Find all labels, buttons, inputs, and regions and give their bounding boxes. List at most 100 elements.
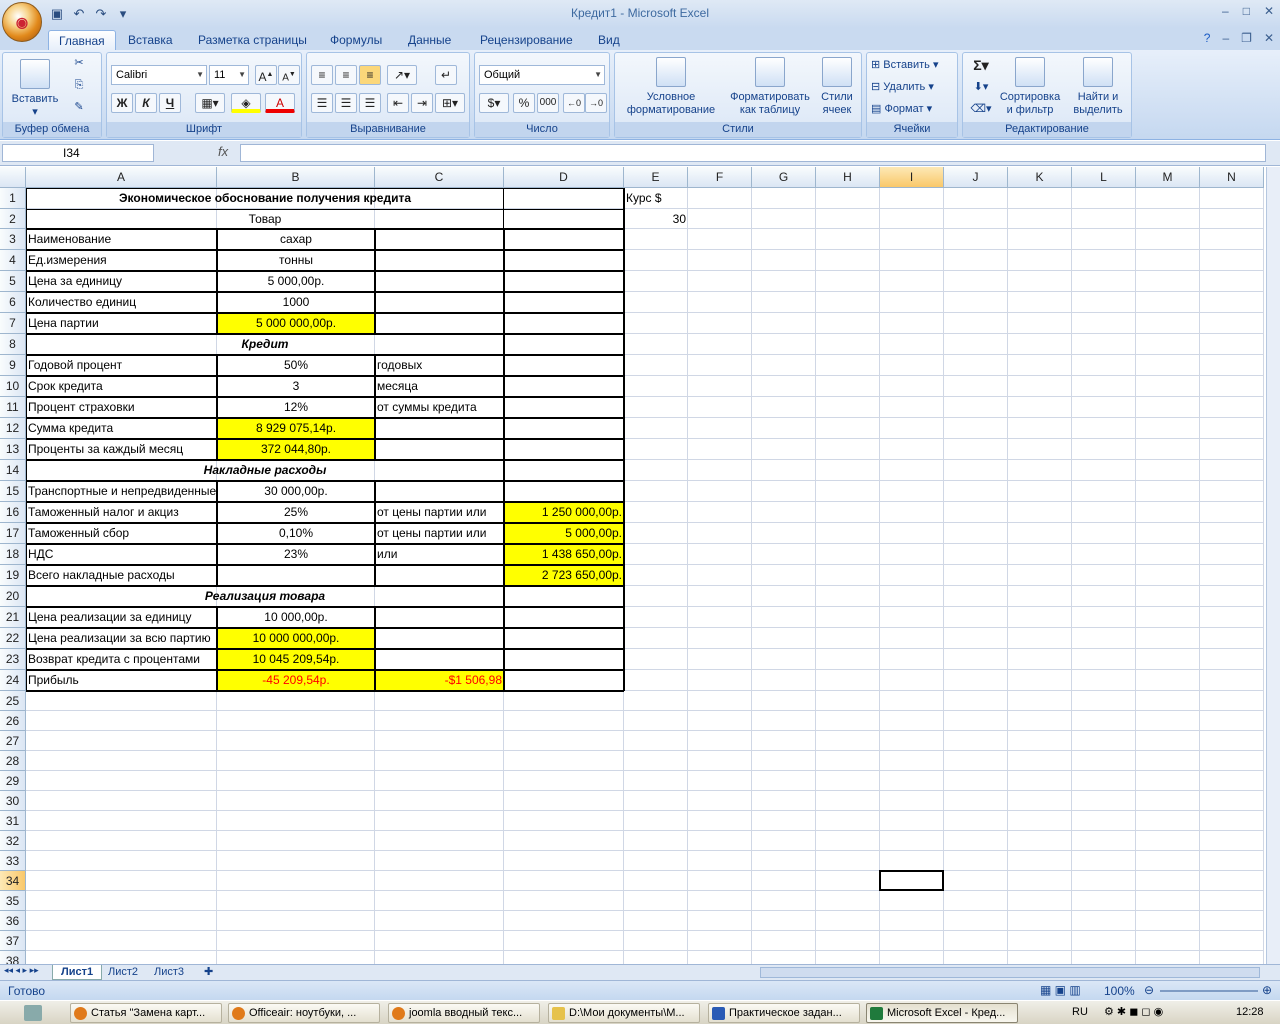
row-header-24[interactable]: 24 (0, 670, 26, 691)
column-header-j[interactable]: J (944, 167, 1008, 188)
number-format-select[interactable]: Общий ▼ (479, 65, 605, 85)
cell-d17[interactable]: 5 000,00р. (504, 523, 624, 544)
increase-indent-icon[interactable]: ⇥ (411, 93, 433, 113)
cell-c11[interactable]: от суммы кредита (375, 397, 504, 418)
row-header-7[interactable]: 7 (0, 313, 26, 334)
align-bottom-icon[interactable]: ≡ (359, 65, 381, 85)
cell-b23[interactable]: 10 045 209,54р. (217, 649, 375, 670)
taskbar-item[interactable]: Microsoft Excel - Кред... (866, 1003, 1018, 1023)
cell-a16[interactable]: Таможенный налог и акциз (26, 502, 217, 523)
cell-a22[interactable]: Цена реализации за всю партию (26, 628, 217, 649)
tab-page-layout[interactable]: Разметка страницы (188, 30, 317, 50)
cell-b10[interactable]: 3 (217, 376, 375, 397)
column-header-f[interactable]: F (688, 167, 752, 188)
tab-home[interactable]: Главная (48, 30, 116, 50)
column-header-i[interactable]: I (880, 167, 944, 188)
cell-c9[interactable]: годовых (375, 355, 504, 376)
cell-a9[interactable]: Годовой процент (26, 355, 217, 376)
row-header-35[interactable]: 35 (0, 891, 26, 911)
tab-data[interactable]: Данные (398, 30, 461, 50)
column-header-b[interactable]: B (217, 167, 375, 188)
zoom-level[interactable]: 100% (1104, 984, 1135, 998)
cell-b18[interactable]: 23% (217, 544, 375, 565)
row-header-37[interactable]: 37 (0, 931, 26, 951)
view-buttons-icon[interactable]: ▦ ▣ ▥ (1040, 983, 1081, 997)
font-name-select[interactable]: Calibri ▼ (111, 65, 207, 85)
cell-b4[interactable]: тонны (217, 250, 375, 271)
cell-b12[interactable]: 8 929 075,14р. (217, 418, 375, 439)
workbook-minimize-icon[interactable]: – (1222, 31, 1229, 45)
row-header-36[interactable]: 36 (0, 911, 26, 931)
row-header-34[interactable]: 34 (0, 871, 26, 891)
taskbar-item[interactable]: D:\Мои документы\М... (548, 1003, 700, 1023)
format-cells-button[interactable]: ▤ Формат ▾ (871, 103, 955, 116)
cell-a17[interactable]: Таможенный сбор (26, 523, 217, 544)
column-header-a[interactable]: A (26, 167, 217, 188)
format-as-table-button[interactable]: Форматировать как таблицу (725, 57, 815, 117)
sheet-tab-2[interactable]: Лист2 (100, 965, 146, 980)
cell-e2[interactable]: 30 (624, 209, 688, 229)
vertical-scrollbar[interactable] (1266, 167, 1280, 964)
tab-formulas[interactable]: Формулы (320, 30, 392, 50)
sort-filter-button[interactable]: Сортировка и фильтр (997, 57, 1063, 117)
cell-b11[interactable]: 12% (217, 397, 375, 418)
underline-button[interactable]: Ч (159, 93, 181, 113)
column-header-d[interactable]: D (504, 167, 624, 188)
row-header-30[interactable]: 30 (0, 791, 26, 811)
row-header-11[interactable]: 11 (0, 397, 26, 418)
row-header-17[interactable]: 17 (0, 523, 26, 544)
cell-a6[interactable]: Количество единиц (26, 292, 217, 313)
fill-icon[interactable]: ⬇▾ (967, 81, 995, 94)
font-color-button[interactable]: A (265, 93, 295, 113)
cell-b14[interactable]: Накладные расходы (26, 460, 504, 481)
redo-icon[interactable]: ↷ (92, 6, 110, 22)
row-header-18[interactable]: 18 (0, 544, 26, 565)
thousands-button[interactable]: 000 (537, 93, 559, 113)
row-header-2[interactable]: 2 (0, 209, 26, 229)
cell-b6[interactable]: 1000 (217, 292, 375, 313)
cell-c16[interactable]: от цены партии или (375, 502, 504, 523)
active-cell-selection[interactable] (879, 870, 944, 891)
cell-b20[interactable]: Реализация товара (26, 586, 504, 607)
row-header-8[interactable]: 8 (0, 334, 26, 355)
row-header-3[interactable]: 3 (0, 229, 26, 250)
help-icon[interactable]: ? (1204, 31, 1211, 45)
conditional-formatting-button[interactable]: Условное форматирование (619, 57, 723, 117)
row-header-1[interactable]: 1 (0, 188, 26, 209)
row-header-19[interactable]: 19 (0, 565, 26, 586)
cell-a11[interactable]: Процент страховки (26, 397, 217, 418)
office-button[interactable]: ◉ (2, 2, 42, 42)
row-header-38[interactable]: 38 (0, 951, 26, 964)
decrease-decimal-icon[interactable]: →0 (585, 93, 607, 113)
row-header-25[interactable]: 25 (0, 691, 26, 711)
row-header-6[interactable]: 6 (0, 292, 26, 313)
copy-icon[interactable]: ⎘ (69, 79, 89, 92)
start-icon[interactable] (24, 1005, 42, 1021)
zoom-out-icon[interactable]: ⊖ (1144, 983, 1154, 997)
percent-button[interactable]: % (513, 93, 535, 113)
increase-decimal-icon[interactable]: ←0 (563, 93, 585, 113)
currency-format-icon[interactable]: $▾ (479, 93, 509, 113)
workbook-restore-icon[interactable]: ❐ (1241, 31, 1252, 45)
workbook-close-icon[interactable]: ✕ (1264, 31, 1274, 45)
close-icon[interactable]: ✕ (1264, 4, 1274, 18)
cell-b7[interactable]: 5 000 000,00р. (217, 313, 375, 334)
italic-button[interactable]: К (135, 93, 157, 113)
cell-e1[interactable]: Курс $ (624, 188, 688, 209)
cell-a1[interactable]: Экономическое обоснование получения кред… (26, 188, 504, 209)
row-header-26[interactable]: 26 (0, 711, 26, 731)
paste-button[interactable]: Вставить ▾ (9, 59, 61, 119)
cell-a7[interactable]: Цена партии (26, 313, 217, 334)
format-painter-icon[interactable]: ✎ (69, 101, 89, 114)
taskbar-item[interactable]: Статья "Замена карт... (70, 1003, 222, 1023)
cell-b9[interactable]: 50% (217, 355, 375, 376)
cell-b15[interactable]: 30 000,00р. (217, 481, 375, 502)
row-header-5[interactable]: 5 (0, 271, 26, 292)
row-header-14[interactable]: 14 (0, 460, 26, 481)
cell-a15[interactable]: Транспортные и непредвиденные (26, 481, 217, 502)
cell-b3[interactable]: сахар (217, 229, 375, 250)
cell-b8[interactable]: Кредит (26, 334, 504, 355)
insert-function-button[interactable]: fx (218, 144, 228, 159)
undo-icon[interactable]: ↶ (70, 6, 88, 22)
cell-a10[interactable]: Срок кредита (26, 376, 217, 397)
